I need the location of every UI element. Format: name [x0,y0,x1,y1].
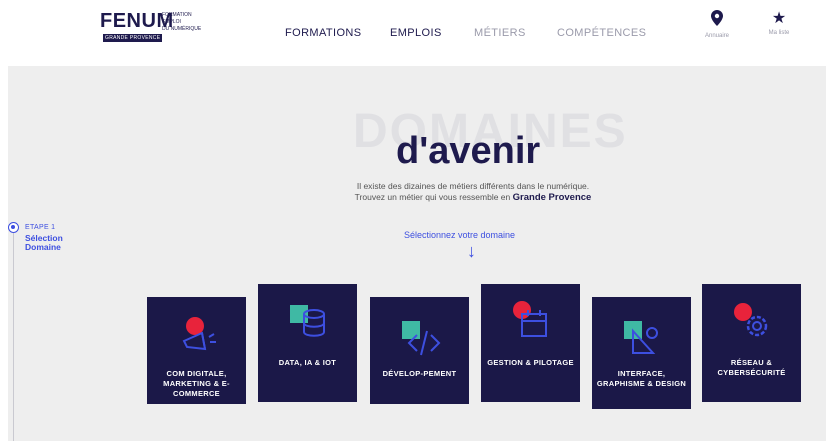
shapes-icon [617,315,667,357]
select-domain-label: Sélectionnez votre domaine [404,230,516,240]
megaphone-icon [172,315,222,357]
domain-tile-reseau[interactable]: RÉSEAU & CYBERSÉCURITÉ [702,284,801,402]
domain-tile-interface[interactable]: INTERFACE, GRAPHISME & DESIGN [592,297,691,409]
stepper-line [13,233,14,441]
gear-icon [727,300,777,342]
domain-tile-developpement[interactable]: DÉVELOP-PEMENT [370,297,469,404]
ma-liste-label: Ma liste [768,30,790,36]
domain-label: DÉVELOP-PEMENT [382,369,457,378]
domain-tile-com-digitale[interactable]: COM DIGITALE, MARKETING & E-COMMERCE [147,297,246,404]
step-title: Sélection Domaine [25,233,63,252]
site-header: FENUM GRANDE PROVENCE FORMATION EMPLOI D… [0,0,826,66]
domain-label: COM DIGITALE, MARKETING & E-COMMERCE [163,369,230,398]
nav-metiers[interactable]: MÉTIERS [474,27,526,39]
domain-label: INTERFACE, GRAPHISME & DESIGN [596,369,687,388]
domain-label: GESTION & PILOTAGE [487,358,574,367]
site-logo[interactable]: FENUM GRANDE PROVENCE FORMATION EMPLOI D… [100,10,230,44]
domain-tile-gestion[interactable]: GESTION & PILOTAGE [481,284,580,402]
annuaire-link[interactable]: Annuaire [692,10,742,39]
nav-formations[interactable]: FORMATIONS [285,27,362,39]
page-title: d'avenir [396,130,541,172]
map-pin-icon [692,10,742,31]
domain-label: DATA, IA & IOT [278,358,337,367]
nav-competences[interactable]: COMPÉTENCES [557,27,646,39]
star-icon: ★ [771,10,787,27]
domain-tile-data[interactable]: DATA, IA & IOT [258,284,357,402]
domain-label: RÉSEAU & CYBERSÉCURITÉ [717,358,786,377]
annuaire-label: Annuaire [704,33,730,39]
database-icon [283,302,333,344]
nav-emplois[interactable]: EMPLOIS [390,27,442,39]
step-number: ETAPE 1 [25,224,56,231]
logo-tag: GRANDE PROVENCE [103,34,163,42]
intro-text: Il existe des dizaines de métiers différ… [354,181,592,203]
calendar-icon [506,300,556,342]
code-icon [395,315,445,357]
step-indicator-icon [8,222,19,233]
main-content: DOMAINES d'avenir Il existe des dizaines… [8,66,826,441]
arrow-down-icon: ↓ [467,241,476,261]
ma-liste-link[interactable]: ★ Ma liste [754,10,804,36]
intro-highlight: Grande Provence [512,192,592,203]
logo-subtitle: FORMATION EMPLOI DU NUMÉRIQUE [162,12,202,32]
